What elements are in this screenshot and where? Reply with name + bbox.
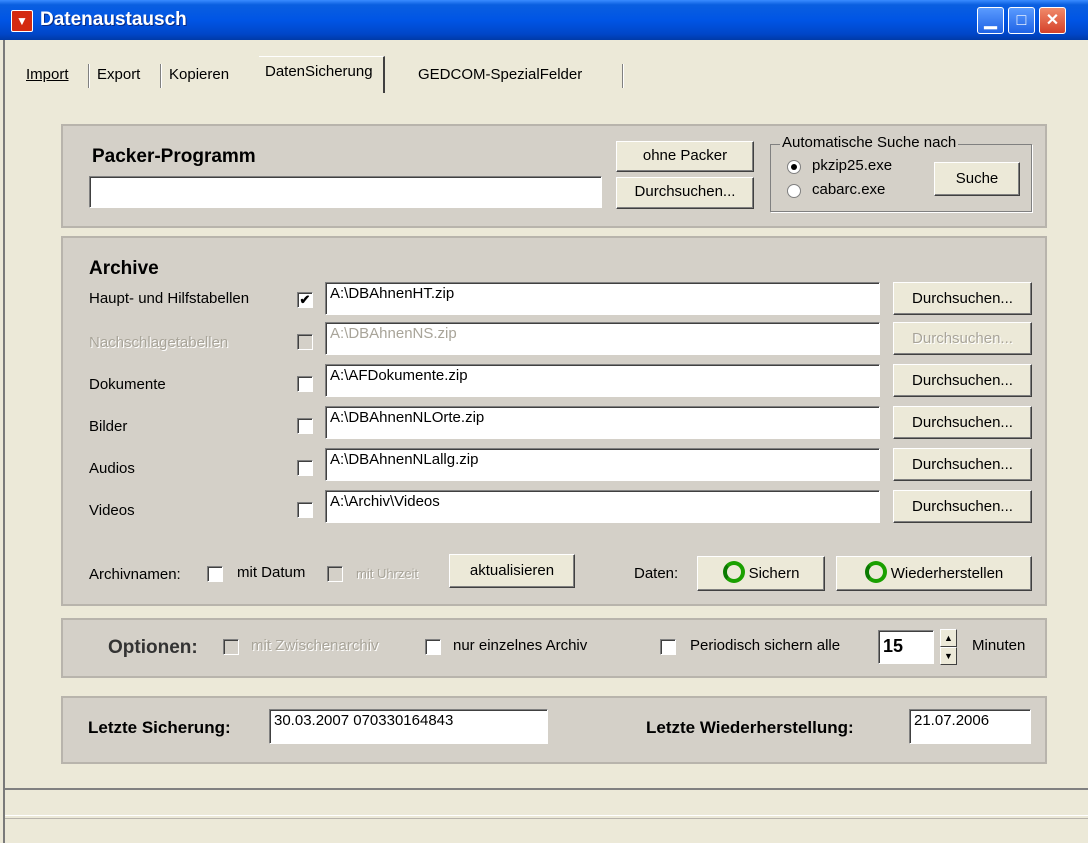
mit-datum-checkbox[interactable]	[207, 566, 223, 582]
archive-row-checkbox-videos[interactable]	[297, 502, 313, 518]
packer-path-input[interactable]	[89, 176, 602, 208]
archivnamen-label: Archivnamen:	[89, 566, 181, 583]
tab-label: Kopieren	[169, 66, 230, 83]
radio-pkzip-label: pkzip25.exe	[812, 157, 893, 174]
aktualisieren-button[interactable]: aktualisieren	[449, 554, 575, 588]
sichern-label: Sichern	[748, 565, 800, 582]
daten-label: Daten:	[634, 565, 679, 582]
archive-heading: Archive	[89, 258, 159, 279]
minuten-label: Minuten	[972, 637, 1026, 654]
letzte-wiederherstellung-label: Letzte Wiederherstellung:	[646, 718, 854, 737]
archive-row-label-nachschlage: Nachschlagetabellen	[89, 334, 229, 351]
archive-row-path-dokumente[interactable]: A:\AFDokumente.zip	[325, 364, 880, 397]
radio-cabarc-label: cabarc.exe	[812, 181, 886, 198]
letzte-sicherung-label: Letzte Sicherung:	[88, 718, 231, 737]
archive-row-checkbox-haupt[interactable]: ✔	[297, 292, 313, 308]
mit-datum-label: mit Datum	[237, 564, 306, 581]
status-bar-divider	[5, 818, 1088, 819]
packer-heading: Packer-Programm	[92, 146, 256, 167]
radio-pkzip[interactable]	[787, 160, 801, 174]
archive-row-checkbox-bilder[interactable]	[297, 418, 313, 434]
maximize-button[interactable]: □	[1008, 7, 1035, 34]
spin-down-button[interactable]: ▼	[940, 647, 957, 665]
archive-row-label-audios: Audios	[89, 460, 135, 477]
archive-row-label-haupt: Haupt- und Hilfstabellen	[89, 290, 250, 307]
close-button[interactable]: ✕	[1039, 7, 1066, 34]
wiederherstellen-label: Wiederherstellen	[890, 565, 1004, 582]
bavaria-flag-icon[interactable]: ▼	[11, 10, 33, 32]
window-frame	[0, 40, 5, 843]
tab-separator	[160, 64, 162, 88]
archive-row-browse-haupt[interactable]: Durchsuchen...	[893, 282, 1032, 315]
archive-row-path-nachschlage[interactable]: A:\DBAhnenNS.zip	[325, 322, 880, 355]
auto-search-legend: Automatische Suche nach	[780, 134, 959, 151]
archive-row-browse-videos[interactable]: Durchsuchen...	[893, 490, 1032, 523]
minutes-input[interactable]: 15	[878, 630, 934, 664]
archive-row-browse-audios[interactable]: Durchsuchen...	[893, 448, 1032, 481]
einzelnes-archiv-label: nur einzelnes Archiv	[453, 637, 588, 654]
radio-cabarc[interactable]	[787, 184, 801, 198]
einzelnes-archiv-checkbox[interactable]	[425, 639, 441, 655]
zwischenarchiv-label: mit Zwischenarchiv	[251, 637, 379, 654]
archive-row-checkbox-dokumente[interactable]	[297, 376, 313, 392]
zwischenarchiv-checkbox[interactable]	[223, 639, 239, 655]
archive-row-browse-dokumente[interactable]: Durchsuchen...	[893, 364, 1032, 397]
archive-row-browse-nachschlage[interactable]: Durchsuchen...	[893, 322, 1032, 355]
archive-row-label-dokumente: Dokumente	[89, 376, 166, 393]
mit-uhrzeit-checkbox[interactable]	[327, 566, 343, 582]
tab-gedcom-spezialfelder[interactable]: GEDCOM-SpezialFelder	[412, 60, 588, 90]
periodisch-checkbox[interactable]	[660, 639, 676, 655]
suche-button[interactable]: Suche	[934, 162, 1020, 196]
letzte-sicherung-field: 30.03.2007 070330164843	[269, 709, 548, 744]
ohne-packer-button[interactable]: ohne Packer	[616, 141, 754, 172]
wiederherstellen-button[interactable]: Wiederherstellen	[836, 556, 1032, 591]
refresh-icon	[864, 561, 887, 584]
archive-row-label-videos: Videos	[89, 502, 135, 519]
tab-datensicherung[interactable]: DatenSicherung	[259, 56, 385, 93]
mit-uhrzeit-label: mit Uhrzeit	[356, 566, 419, 581]
letzte-wiederherstellung-field: 21.07.2006	[909, 709, 1031, 744]
minimize-button[interactable]: ▁	[977, 7, 1004, 34]
tab-separator	[88, 64, 90, 88]
archive-row-path-bilder[interactable]: A:\DBAhnenNLOrte.zip	[325, 406, 880, 439]
tab-kopieren[interactable]: Kopieren	[163, 60, 235, 90]
tab-import[interactable]: Import	[20, 60, 75, 90]
packer-browse-button[interactable]: Durchsuchen...	[616, 177, 754, 209]
sichern-button[interactable]: Sichern	[697, 556, 825, 591]
refresh-icon	[722, 561, 745, 584]
tab-label: GEDCOM-SpezialFelder	[418, 66, 583, 83]
tab-label: DatenSicherung	[265, 63, 373, 80]
tab-separator	[622, 64, 624, 88]
options-heading: Optionen:	[108, 637, 198, 658]
archive-row-label-bilder: Bilder	[89, 418, 128, 435]
status-bar	[5, 788, 1088, 816]
periodisch-label: Periodisch sichern alle	[690, 637, 841, 654]
tab-label: Export	[97, 66, 141, 83]
tab-export[interactable]: Export	[91, 60, 146, 90]
window-title: Datenaustausch	[40, 9, 187, 30]
archive-row-path-audios[interactable]: A:\DBAhnenNLallg.zip	[325, 448, 880, 481]
archive-row-path-videos[interactable]: A:\Archiv\Videos	[325, 490, 880, 523]
archive-row-path-haupt[interactable]: A:\DBAhnenHT.zip	[325, 282, 880, 315]
tab-label: Import	[26, 66, 69, 83]
spin-up-button[interactable]: ▲	[940, 629, 957, 647]
archive-row-browse-bilder[interactable]: Durchsuchen...	[893, 406, 1032, 439]
archive-row-checkbox-audios[interactable]	[297, 460, 313, 476]
archive-row-checkbox-nachschlage[interactable]	[297, 334, 313, 350]
